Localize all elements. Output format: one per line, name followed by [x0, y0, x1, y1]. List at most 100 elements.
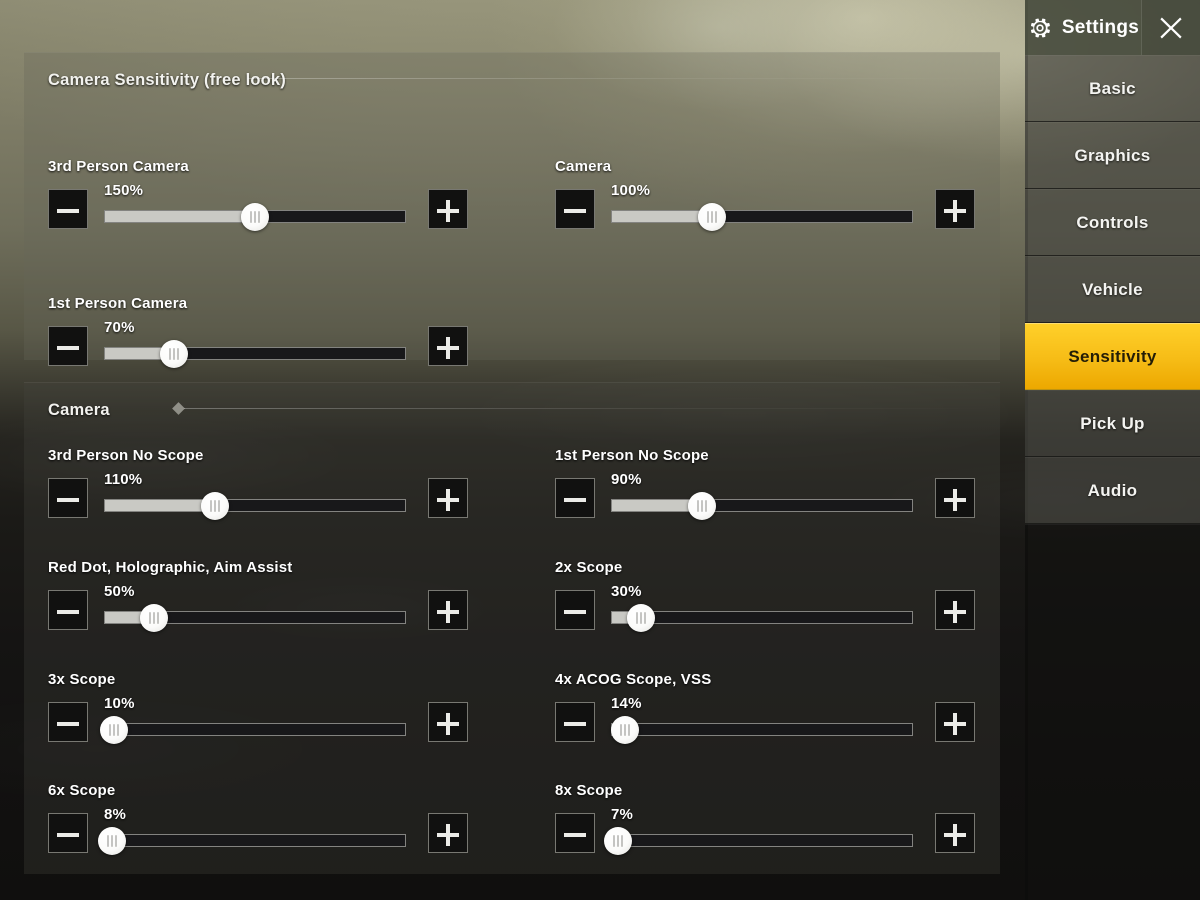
sidebar-empty-area — [1025, 524, 1200, 900]
increase-3x-scope-button[interactable] — [428, 702, 468, 742]
slider-fill — [105, 500, 215, 511]
plus-icon-vertical — [446, 600, 450, 623]
slider-value: 7% — [611, 806, 634, 823]
slider-knob[interactable] — [627, 603, 656, 632]
slider-8x-scope[interactable]: 7% — [604, 806, 913, 858]
decrease-1st-person-no-scope-button[interactable] — [555, 478, 595, 518]
decrease-6x-scope-button[interactable] — [48, 813, 88, 853]
increase-6x-scope-button[interactable] — [428, 813, 468, 853]
slider-value: 50% — [104, 583, 135, 600]
slider-track[interactable] — [104, 347, 406, 360]
slider-track[interactable] — [104, 499, 406, 512]
sidebar-item-pick-up[interactable]: Pick Up — [1025, 390, 1200, 457]
sidebar-item-label: Pick Up — [1080, 413, 1145, 433]
increase-4x-acog-scope-button[interactable] — [935, 702, 975, 742]
decrease-2x-scope-button[interactable] — [555, 590, 595, 630]
slider-3rd-person-camera[interactable]: 150% — [104, 182, 406, 234]
sidebar-item-graphics[interactable]: Graphics — [1025, 122, 1200, 189]
sidebar-item-label: Vehicle — [1082, 279, 1143, 299]
minus-icon — [57, 609, 79, 614]
slider-controls: 110% — [48, 471, 480, 523]
slider-track[interactable] — [104, 834, 406, 847]
sidebar-item-label: Controls — [1076, 212, 1149, 232]
row-label: 3rd Person No Scope — [48, 447, 204, 464]
slider-knob[interactable] — [604, 826, 633, 855]
slider-controls: 50% — [48, 583, 480, 635]
gear-icon — [1030, 18, 1050, 37]
slider-6x-scope[interactable]: 8% — [98, 806, 406, 858]
close-button[interactable] — [1142, 0, 1200, 55]
sidebar-item-sensitivity[interactable]: Sensitivity — [1025, 323, 1200, 390]
settings-title-block: Settings — [1025, 0, 1142, 55]
plus-icon-vertical — [446, 823, 450, 846]
sidebar-item-label: Audio — [1087, 480, 1138, 500]
slider-track[interactable] — [611, 499, 913, 512]
decrease-8x-scope-button[interactable] — [555, 813, 595, 853]
slider-controls: 150% — [48, 182, 480, 234]
slider-3x-scope[interactable]: 10% — [100, 695, 406, 747]
minus-icon — [564, 208, 586, 213]
increase-1st-person-camera-button[interactable] — [428, 326, 468, 366]
slider-knob[interactable] — [697, 202, 726, 231]
slider-controls: 7% — [555, 806, 987, 858]
slider-knob[interactable] — [241, 202, 269, 231]
minus-icon — [57, 832, 79, 837]
increase-camera-button[interactable] — [935, 189, 975, 229]
sidebar-item-basic[interactable]: Basic — [1025, 55, 1200, 122]
diamond-marker-icon — [172, 402, 185, 415]
slider-knob[interactable] — [200, 491, 229, 520]
increase-red-dot-button[interactable] — [428, 590, 468, 630]
plus-icon-vertical — [953, 600, 957, 623]
slider-1st-person-no-scope[interactable]: 90% — [611, 471, 913, 523]
sidebar-item-vehicle[interactable]: Vehicle — [1025, 256, 1200, 323]
minus-icon — [564, 609, 586, 614]
slider-track[interactable] — [611, 611, 913, 624]
slider-track[interactable] — [611, 834, 913, 847]
slider-knob[interactable] — [98, 826, 127, 855]
decrease-3x-scope-button[interactable] — [48, 702, 88, 742]
increase-2x-scope-button[interactable] — [935, 590, 975, 630]
decrease-1st-person-camera-button[interactable] — [48, 326, 88, 366]
slider-knob[interactable] — [611, 715, 640, 744]
increase-8x-scope-button[interactable] — [935, 813, 975, 853]
slider-track[interactable] — [611, 210, 913, 223]
decrease-red-dot-button[interactable] — [48, 590, 88, 630]
sidebar-item-controls[interactable]: Controls — [1025, 189, 1200, 256]
slider-camera-free-look[interactable]: 100% — [611, 182, 913, 234]
slider-track[interactable] — [611, 723, 913, 736]
decrease-camera-button[interactable] — [555, 189, 595, 229]
slider-3rd-person-no-scope[interactable]: 110% — [104, 471, 406, 523]
minus-icon — [57, 497, 79, 502]
settings-title: Settings — [1061, 16, 1140, 38]
increase-1st-person-no-scope-button[interactable] — [935, 478, 975, 518]
slider-red-dot-holographic-aim-assist[interactable]: 50% — [104, 583, 406, 635]
slider-knob[interactable] — [160, 339, 189, 368]
slider-1st-person-camera[interactable]: 70% — [104, 319, 406, 371]
minus-icon — [57, 721, 79, 726]
minus-icon — [564, 721, 586, 726]
row-label: Camera — [555, 158, 612, 175]
slider-knob[interactable] — [687, 491, 716, 520]
slider-knob[interactable] — [140, 603, 169, 632]
plus-icon-vertical — [446, 712, 450, 735]
slider-value: 110% — [104, 471, 143, 488]
decrease-3rd-person-no-scope-button[interactable] — [48, 478, 88, 518]
decrease-4x-acog-scope-button[interactable] — [555, 702, 595, 742]
minus-icon — [57, 345, 79, 350]
decrease-3rd-person-camera-button[interactable] — [48, 189, 88, 229]
slider-value: 14% — [611, 695, 642, 712]
slider-value: 70% — [104, 319, 135, 336]
slider-4x-acog-scope-vss[interactable]: 14% — [611, 695, 913, 747]
slider-2x-scope[interactable]: 30% — [611, 583, 913, 635]
increase-3rd-person-no-scope-button[interactable] — [428, 478, 468, 518]
row-label: 4x ACOG Scope, VSS — [555, 671, 712, 688]
plus-icon-vertical — [446, 199, 450, 222]
slider-knob[interactable] — [100, 715, 129, 744]
row-label: 3rd Person Camera — [48, 158, 189, 175]
slider-track[interactable] — [104, 723, 406, 736]
increase-3rd-person-camera-button[interactable] — [428, 189, 468, 229]
sidebar-item-audio[interactable]: Audio — [1025, 457, 1200, 524]
plus-icon-vertical — [446, 336, 450, 359]
settings-sidebar: Settings Basic Graphics Controls Vehicle… — [1025, 0, 1200, 900]
panel-camera-sensitivity-free-look: Camera Sensitivity (free look) 3rd Perso… — [24, 52, 1000, 368]
